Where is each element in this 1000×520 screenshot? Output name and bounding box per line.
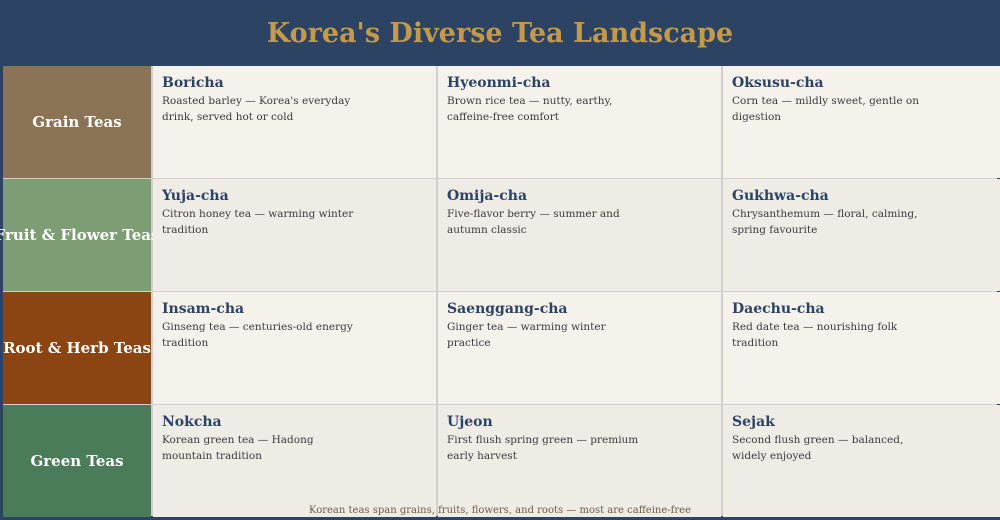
tea-cell-boricha: Boricha Roasted barley — Korea's everyda… [153, 66, 436, 178]
page-title: Korea's Diverse Tea Landscape [266, 17, 734, 49]
tea-description: Five-flavor berry — summer and autumn cl… [447, 208, 620, 236]
tea-cell-saenggang-cha: Saenggang-cha Ginger tea — warming winte… [438, 292, 721, 404]
tea-name: Omija-cha [447, 188, 528, 204]
tea-description: Roasted barley — Korea's everyday drink,… [162, 95, 351, 123]
tea-description: First flush spring green — premium early… [447, 434, 639, 462]
category-root-herb-teas: Root & Herb Teas [3, 292, 151, 404]
tea-description: Ginger tea — warming winter practice [447, 321, 606, 349]
tea-description: Korean green tea — Hadong mountain tradi… [162, 434, 314, 462]
footer-note: Korean teas span grains, fruits, flowers… [309, 505, 691, 516]
tea-description: Corn tea — mildly sweet, gentle on diges… [732, 95, 919, 123]
tea-description: Red date tea — nourishing folk tradition [732, 321, 898, 349]
tea-name: Saenggang-cha [447, 301, 568, 317]
tea-name: Ujeon [447, 414, 493, 430]
tea-description: Chrysanthemum — floral, calming, spring … [732, 208, 918, 236]
tea-description: Brown rice tea — nutty, earthy, caffeine… [447, 95, 613, 123]
tea-cell-oksusu-cha: Oksusu-cha Corn tea — mildly sweet, gent… [723, 66, 1000, 178]
category-green-teas: Green Teas [3, 405, 151, 517]
category-fruit-flower-teas: Fruit & Flower Teas [0, 179, 159, 291]
tea-cell-daechu-cha: Daechu-cha Red date tea — nourishing fol… [723, 292, 1000, 404]
tea-description: Citron honey tea — warming winter tradit… [162, 208, 354, 236]
tea-name: Oksusu-cha [732, 75, 824, 91]
tea-name: Yuja-cha [162, 188, 229, 204]
tea-name: Hyeonmi-cha [447, 75, 551, 91]
category-grain-teas: Grain Teas [3, 66, 151, 178]
tea-cell-insam-cha: Insam-cha Ginseng tea — centuries-old en… [153, 292, 436, 404]
tea-cell-sejak: Sejak Second flush green — balanced, wid… [723, 405, 1000, 517]
tea-cell-omija-cha: Omija-cha Five-flavor berry — summer and… [438, 179, 721, 291]
tea-description: Ginseng tea — centuries-old energy tradi… [162, 321, 353, 349]
tea-cell-ujeon: Ujeon First flush spring green — premium… [438, 405, 721, 517]
tea-name: Sejak [732, 414, 775, 430]
tea-cell-yuja-cha: Yuja-cha Citron honey tea — warming wint… [153, 179, 436, 291]
tea-cell-hyeonmi-cha: Hyeonmi-cha Brown rice tea — nutty, eart… [438, 66, 721, 178]
tea-name: Daechu-cha [732, 301, 825, 317]
tea-grid: Grain Teas Boricha Roasted barley — Kore… [0, 66, 1000, 517]
tea-cell-nokcha: Nokcha Korean green tea — Hadong mountai… [153, 405, 436, 517]
tea-name: Gukhwa-cha [732, 188, 829, 204]
tea-name: Nokcha [162, 414, 222, 430]
tea-name: Insam-cha [162, 301, 245, 317]
tea-description: Second flush green — balanced, widely en… [732, 434, 904, 462]
tea-name: Boricha [162, 75, 224, 91]
tea-cell-gukhwa-cha: Gukhwa-cha Chrysanthemum — floral, calmi… [723, 179, 1000, 291]
